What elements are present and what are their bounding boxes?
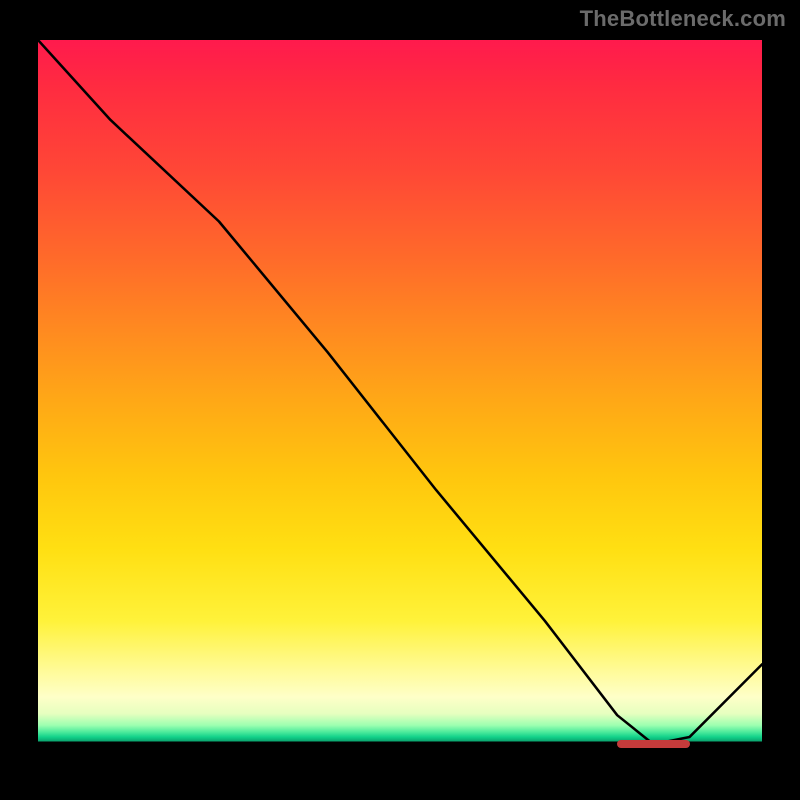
curve-svg	[38, 40, 762, 766]
plot-outer-border	[30, 34, 770, 774]
watermark-text: TheBottleneck.com	[580, 6, 786, 32]
plot-area	[38, 40, 762, 766]
optimal-range-marker	[617, 740, 689, 748]
chart-frame: TheBottleneck.com	[0, 0, 800, 800]
bottleneck-curve	[38, 40, 762, 744]
